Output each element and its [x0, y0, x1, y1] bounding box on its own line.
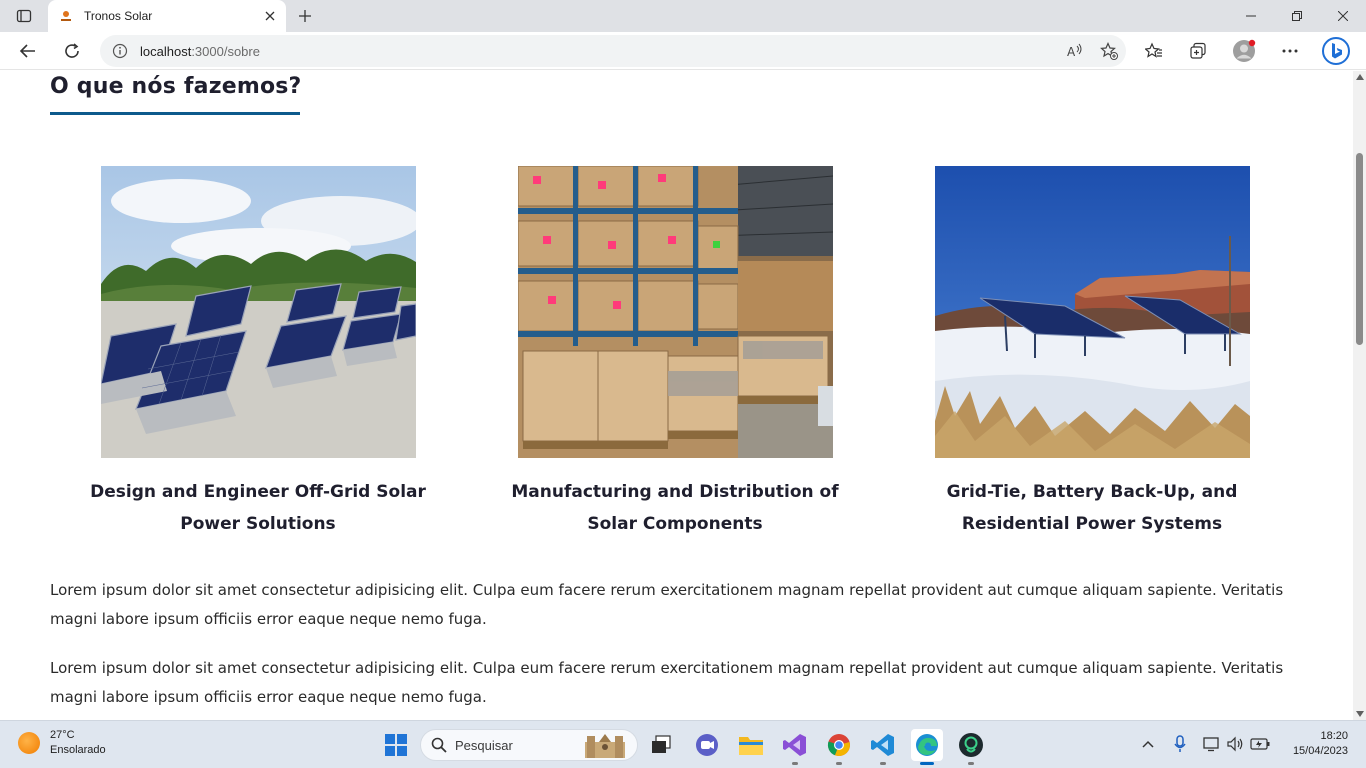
running-indicator — [836, 762, 842, 765]
visual-studio-icon[interactable] — [779, 729, 811, 765]
running-indicator — [968, 762, 974, 765]
bing-copilot-icon[interactable] — [1320, 35, 1352, 67]
page-scrollbar[interactable] — [1353, 71, 1366, 720]
running-indicator — [880, 762, 886, 765]
solar-panels-photo — [100, 166, 416, 458]
url-host: localhost — [140, 43, 192, 59]
tab-title: Tronos Solar — [84, 9, 153, 23]
card-title-line: Residential Power Systems — [961, 514, 1223, 534]
sun-logo-icon — [58, 8, 74, 24]
minimize-icon[interactable] — [1228, 0, 1274, 32]
address-bar[interactable]: localhost:3000/sobre A — [100, 35, 1126, 67]
warehouse-photo — [517, 166, 833, 458]
profile-avatar-icon[interactable] — [1228, 35, 1260, 67]
title-underline — [50, 112, 300, 115]
taskbar-search[interactable]: Pesquisar — [420, 729, 638, 761]
favorites-icon[interactable] — [1138, 35, 1170, 67]
service-card-grid-tie: Grid-Tie, Battery Back-Up, and Residenti… — [922, 166, 1262, 540]
service-card-manufacturing: Manufacturing and Distribution of Solar … — [505, 166, 845, 540]
active-indicator — [920, 762, 934, 765]
more-options-icon[interactable] — [1274, 35, 1306, 67]
search-icon — [431, 737, 447, 753]
collections-icon[interactable] — [1182, 35, 1214, 67]
browser-toolbar: localhost:3000/sobre A — [0, 32, 1366, 70]
card-title: Grid-Tie, Battery Back-Up, and Residenti… — [922, 476, 1262, 540]
file-explorer-icon[interactable] — [735, 729, 767, 761]
card-title-line: Grid-Tie, Battery Back-Up, and — [946, 482, 1238, 502]
tab-strip: Tronos Solar — [0, 0, 1366, 32]
edge-browser-icon[interactable] — [911, 729, 943, 765]
site-info-icon[interactable] — [100, 43, 140, 59]
restore-icon[interactable] — [1274, 0, 1320, 32]
tab-actions-icon[interactable] — [10, 4, 38, 28]
scroll-down-icon[interactable] — [1353, 708, 1366, 720]
close-tab-icon[interactable] — [258, 4, 282, 28]
volume-icon[interactable] — [1225, 733, 1247, 755]
vscode-icon[interactable] — [867, 729, 899, 765]
system-clock[interactable]: 18:20 15/04/2023 — [1293, 729, 1348, 759]
read-aloud-icon[interactable]: A — [1058, 35, 1092, 67]
cathedral-search-highlight-icon — [585, 734, 625, 758]
battery-icon[interactable] — [1249, 733, 1271, 755]
chevron-up-icon[interactable] — [1137, 733, 1159, 755]
back-arrow-icon[interactable] — [12, 35, 44, 67]
chrome-icon[interactable] — [823, 729, 855, 765]
clock-date: 15/04/2023 — [1292, 745, 1348, 757]
weather-description: Ensolarado — [50, 744, 106, 756]
microphone-icon[interactable] — [1169, 733, 1191, 755]
browser-tab[interactable]: Tronos Solar — [48, 0, 286, 32]
network-icon[interactable] — [1201, 733, 1223, 755]
card-title-line: Power Solutions — [180, 514, 336, 534]
url-text[interactable]: localhost:3000/sobre — [140, 44, 1058, 59]
svg-text:A: A — [1067, 45, 1076, 59]
card-title: Design and Engineer Off-Grid Solar Power… — [88, 476, 428, 540]
github-desktop-icon[interactable] — [955, 729, 987, 765]
card-title: Manufacturing and Distribution of Solar … — [505, 476, 845, 540]
add-favorite-icon[interactable] — [1092, 35, 1126, 67]
search-placeholder: Pesquisar — [455, 737, 513, 753]
body-paragraph: Lorem ipsum dolor sit amet consectetur a… — [50, 581, 1284, 628]
refresh-icon[interactable] — [56, 35, 88, 67]
section-title: O que nós fazemos? — [50, 74, 302, 99]
page-viewport: O que nós fazemos? Design and Engineer O… — [0, 71, 1353, 720]
scrollbar-thumb[interactable] — [1356, 153, 1363, 345]
snow-solar-array-photo — [934, 166, 1250, 458]
running-indicator — [792, 762, 798, 765]
sun-weather-icon — [18, 732, 40, 754]
scroll-up-icon[interactable] — [1353, 71, 1366, 83]
weather-widget[interactable]: 27°C Ensolarado — [18, 728, 106, 758]
new-tab-icon[interactable] — [292, 4, 318, 28]
card-title-line: Manufacturing and Distribution of — [511, 482, 839, 502]
clock-time: 18:20 — [1320, 730, 1348, 742]
windows-taskbar: 27°C Ensolarado Pesquisar 18:20 15/04/20… — [0, 720, 1366, 768]
start-menu-icon[interactable] — [380, 729, 412, 761]
card-title-line: Design and Engineer Off-Grid Solar — [90, 482, 426, 502]
teams-chat-icon[interactable] — [691, 729, 723, 761]
url-path: :3000/sobre — [191, 43, 260, 59]
service-card-off-grid: Design and Engineer Off-Grid Solar Power… — [88, 166, 428, 540]
close-window-icon[interactable] — [1320, 0, 1366, 32]
card-title-line: Solar Components — [587, 514, 763, 534]
weather-temperature: 27°C — [50, 729, 75, 741]
body-paragraph: Lorem ipsum dolor sit amet consectetur a… — [50, 659, 1284, 706]
task-view-icon[interactable] — [645, 729, 677, 761]
